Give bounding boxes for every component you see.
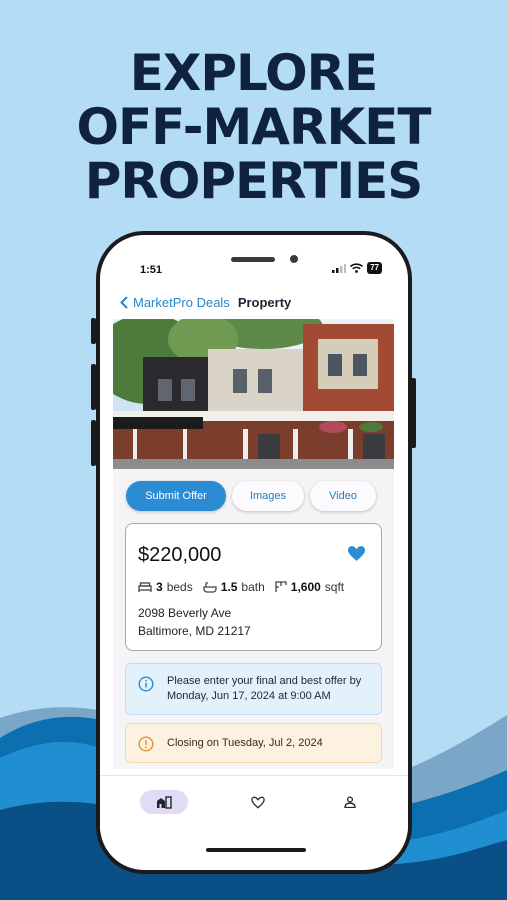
sqft-label: sqft (324, 580, 345, 594)
rowhouse-image (113, 319, 394, 469)
tab-submit-offer[interactable]: Submit Offer (126, 481, 226, 511)
nav-favorites[interactable] (246, 790, 270, 814)
beds-spec: 3 beds (138, 580, 193, 594)
closing-date-text: Closing on Tuesday, Jul 2, 2024 (167, 737, 323, 749)
property-photo[interactable] (113, 319, 394, 469)
phone-frame: 1:51 77 MarketPro Deals Property Submit … (96, 231, 412, 874)
status-bar: 1:51 77 (100, 235, 408, 287)
baths-label: bath (241, 580, 265, 594)
nav-profile[interactable] (338, 790, 362, 814)
signal-icon (332, 264, 347, 273)
headline-line-1: EXPLORE (129, 44, 379, 102)
tab-images[interactable]: Images (232, 481, 304, 511)
listing-card: $220,000 3 beds 1.5 bath 1,600 sqft 2098… (125, 523, 382, 651)
sqft-count: 1,600 (290, 580, 321, 594)
nav-bar: MarketPro Deals Property (120, 292, 398, 312)
back-button[interactable]: MarketPro Deals (120, 295, 230, 310)
offer-deadline-text: Please enter your final and best offer b… (167, 675, 362, 702)
tab-video[interactable]: Video (310, 481, 376, 511)
headline: EXPLORE OFF-MARKET PROPERTIES (0, 46, 507, 208)
status-icons: 77 (332, 262, 382, 274)
status-time: 1:51 (140, 264, 163, 276)
baths-count: 1.5 (220, 580, 238, 594)
warning-icon (138, 736, 154, 752)
back-label: MarketPro Deals (133, 294, 230, 310)
beds-count: 3 (156, 580, 163, 594)
speaker-grille (231, 257, 275, 262)
beds-label: beds (166, 580, 193, 594)
heart-outline-icon (251, 796, 265, 809)
sqft-spec: 1,600 sqft (275, 580, 344, 594)
address-line-1: 2098 Beverly Ave (138, 606, 232, 620)
property-details: Submit Offer Images Video $220,000 3 bed… (113, 469, 394, 769)
home-icon (157, 795, 172, 809)
address-line-2: Baltimore, MD 21217 (138, 624, 251, 638)
bathtub-icon (203, 581, 217, 593)
nav-home[interactable] (140, 790, 188, 814)
floorplan-icon (275, 581, 287, 592)
home-indicator[interactable] (206, 848, 306, 852)
closing-date-notice: Closing on Tuesday, Jul 2, 2024 (125, 723, 382, 763)
page-title: Property (237, 294, 292, 310)
chevron-left-icon (120, 295, 128, 309)
profile-icon (344, 796, 356, 808)
listing-price: $220,000 (138, 544, 222, 566)
heart-icon[interactable] (348, 546, 365, 561)
action-tabs: Submit Offer Images Video (126, 481, 376, 511)
baths-spec: 1.5 bath (203, 580, 265, 594)
offer-deadline-notice: Please enter your final and best offer b… (125, 663, 382, 715)
bed-icon (138, 582, 152, 592)
info-icon (138, 676, 154, 692)
wifi-icon (350, 263, 364, 273)
bottom-nav (100, 775, 408, 833)
headline-line-3: PROPERTIES (84, 152, 424, 210)
headline-line-2: OFF-MARKET (76, 98, 432, 156)
front-camera (290, 255, 298, 263)
battery-icon: 77 (367, 262, 382, 274)
listing-specs: 3 beds 1.5 bath 1,600 sqft (138, 580, 344, 594)
